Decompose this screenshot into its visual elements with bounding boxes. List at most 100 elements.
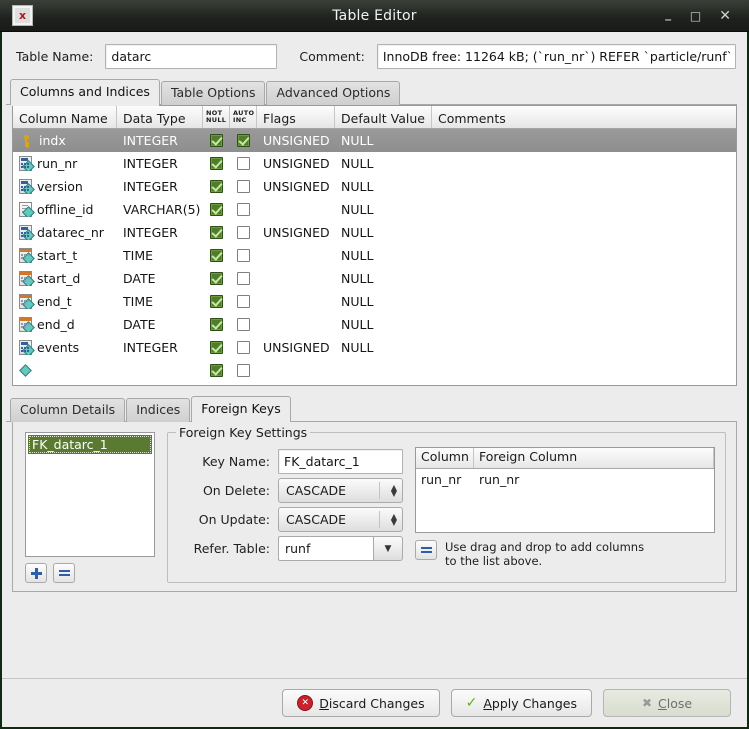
add-foreign-key-button[interactable] [25, 563, 47, 583]
cell-default-value[interactable]: NULL [335, 225, 432, 240]
cell-flags[interactable]: UNSIGNED [257, 340, 335, 355]
checkbox-checked[interactable] [210, 272, 223, 285]
checkbox-unchecked[interactable] [237, 157, 250, 170]
table-row[interactable]: datarec_nr INTEGER UNSIGNED NULL [13, 221, 736, 244]
header-foreign-column[interactable]: Foreign Column [474, 448, 714, 468]
cell-auto-inc[interactable] [230, 180, 257, 193]
header-not-null[interactable]: NOT NULL [203, 106, 230, 128]
tab-foreign-keys[interactable]: Foreign Keys [191, 396, 291, 423]
maximize-icon[interactable]: □ [690, 10, 701, 22]
cell-column-name[interactable]: version [13, 179, 117, 194]
cell-not-null[interactable] [203, 134, 230, 147]
cell-not-null[interactable] [203, 272, 230, 285]
cell-data-type[interactable]: TIME [117, 248, 203, 263]
cell-flags[interactable]: UNSIGNED [257, 133, 335, 148]
cell-column-name[interactable] [13, 363, 117, 378]
checkbox-unchecked[interactable] [237, 364, 250, 377]
table-row[interactable]: version INTEGER UNSIGNED NULL [13, 175, 736, 198]
header-column-name[interactable]: Column Name [13, 106, 117, 128]
checkbox-unchecked[interactable] [237, 318, 250, 331]
cell-data-type[interactable]: INTEGER [117, 340, 203, 355]
close-button[interactable]: ✖ Close [603, 689, 731, 717]
cell-flags[interactable]: UNSIGNED [257, 225, 335, 240]
foreign-key-columns-table[interactable]: Column Foreign Column run_nr run_nr [415, 447, 715, 533]
checkbox-unchecked[interactable] [237, 249, 250, 262]
checkbox-unchecked[interactable] [237, 341, 250, 354]
cell-data-type[interactable]: VARCHAR(5) [117, 202, 203, 217]
cell-data-type[interactable]: INTEGER [117, 225, 203, 240]
cell-data-type[interactable]: DATE [117, 271, 203, 286]
cell-default-value[interactable]: NULL [335, 294, 432, 309]
table-row[interactable]: run_nr INTEGER UNSIGNED NULL [13, 152, 736, 175]
cell-not-null[interactable] [203, 157, 230, 170]
cell-column-name[interactable]: start_d [13, 271, 117, 286]
cell-auto-inc[interactable] [230, 272, 257, 285]
checkbox-checked[interactable] [210, 157, 223, 170]
header-default-value[interactable]: Default Value [335, 106, 432, 128]
on-update-select[interactable]: CASCADE ▲ ▼ [278, 507, 403, 532]
cell-column-name[interactable]: datarec_nr [13, 225, 117, 240]
refer-table-select[interactable]: runf ▼ [278, 536, 403, 561]
cell-default-value[interactable]: NULL [335, 317, 432, 332]
header-data-type[interactable]: Data Type [117, 106, 203, 128]
cell-auto-inc[interactable] [230, 249, 257, 262]
chevron-down-icon[interactable]: ▼ [373, 536, 403, 561]
table-row[interactable]: start_t TIME NULL [13, 244, 736, 267]
cell-not-null[interactable] [203, 295, 230, 308]
cell-not-null[interactable] [203, 203, 230, 216]
cell-data-type[interactable]: INTEGER [117, 133, 203, 148]
cell-column-name[interactable]: end_d [13, 317, 117, 332]
cell-default-value[interactable]: NULL [335, 340, 432, 355]
cell-default-value[interactable]: NULL [335, 156, 432, 171]
cell-not-null[interactable] [203, 341, 230, 354]
cell-column-name[interactable]: run_nr [13, 156, 117, 171]
cell-column-name[interactable]: end_t [13, 294, 117, 309]
checkbox-unchecked[interactable] [237, 272, 250, 285]
cell-not-null[interactable] [203, 180, 230, 193]
foreign-key-list[interactable]: FK_datarc_1 [25, 432, 155, 557]
cell-not-null[interactable] [203, 318, 230, 331]
tab-table-options[interactable]: Table Options [160, 81, 266, 105]
table-row[interactable]: end_t TIME NULL [13, 290, 736, 313]
checkbox-checked[interactable] [210, 180, 223, 193]
cell-auto-inc[interactable] [230, 134, 257, 147]
cell-column-name[interactable]: start_t [13, 248, 117, 263]
cell-column-name[interactable]: events [13, 340, 117, 355]
checkbox-checked[interactable] [210, 341, 223, 354]
cell-default-value[interactable]: NULL [335, 133, 432, 148]
header-column[interactable]: Column [416, 448, 474, 468]
tab-columns-and-indices[interactable]: Columns and Indices [10, 79, 160, 106]
checkbox-unchecked[interactable] [237, 226, 250, 239]
cell-auto-inc[interactable] [230, 341, 257, 354]
checkbox-checked[interactable] [210, 318, 223, 331]
cell-column-name[interactable]: offline_id [13, 202, 117, 217]
cell-column-name[interactable]: indx [13, 133, 117, 148]
header-auto-inc[interactable]: AUTO INC [230, 106, 257, 128]
cell-data-type[interactable]: INTEGER [117, 156, 203, 171]
table-row[interactable]: indx INTEGER UNSIGNED NULL [13, 129, 736, 152]
remove-foreign-key-button[interactable] [53, 563, 75, 583]
cell-default-value[interactable]: NULL [335, 179, 432, 194]
cell-default-value[interactable]: NULL [335, 202, 432, 217]
tab-indices[interactable]: Indices [126, 398, 191, 422]
cell-auto-inc[interactable] [230, 318, 257, 331]
table-row[interactable]: run_nr run_nr [416, 469, 714, 487]
checkbox-checked[interactable] [210, 203, 223, 216]
checkbox-unchecked[interactable] [237, 295, 250, 308]
key-name-input[interactable] [278, 449, 403, 474]
cell-auto-inc[interactable] [230, 157, 257, 170]
cell-auto-inc[interactable] [230, 203, 257, 216]
cell-flags[interactable]: UNSIGNED [257, 156, 335, 171]
tab-advanced-options[interactable]: Advanced Options [266, 81, 401, 105]
cell-data-type[interactable]: DATE [117, 317, 203, 332]
cell-not-null[interactable] [203, 364, 230, 377]
checkbox-unchecked[interactable] [237, 203, 250, 216]
cell-default-value[interactable]: NULL [335, 248, 432, 263]
cell-data-type[interactable]: TIME [117, 294, 203, 309]
table-row[interactable]: events INTEGER UNSIGNED NULL [13, 336, 736, 359]
table-row[interactable]: offline_id VARCHAR(5) NULL [13, 198, 736, 221]
remove-column-button[interactable] [415, 540, 437, 560]
cell-not-null[interactable] [203, 226, 230, 239]
cell-auto-inc[interactable] [230, 295, 257, 308]
header-flags[interactable]: Flags [257, 106, 335, 128]
